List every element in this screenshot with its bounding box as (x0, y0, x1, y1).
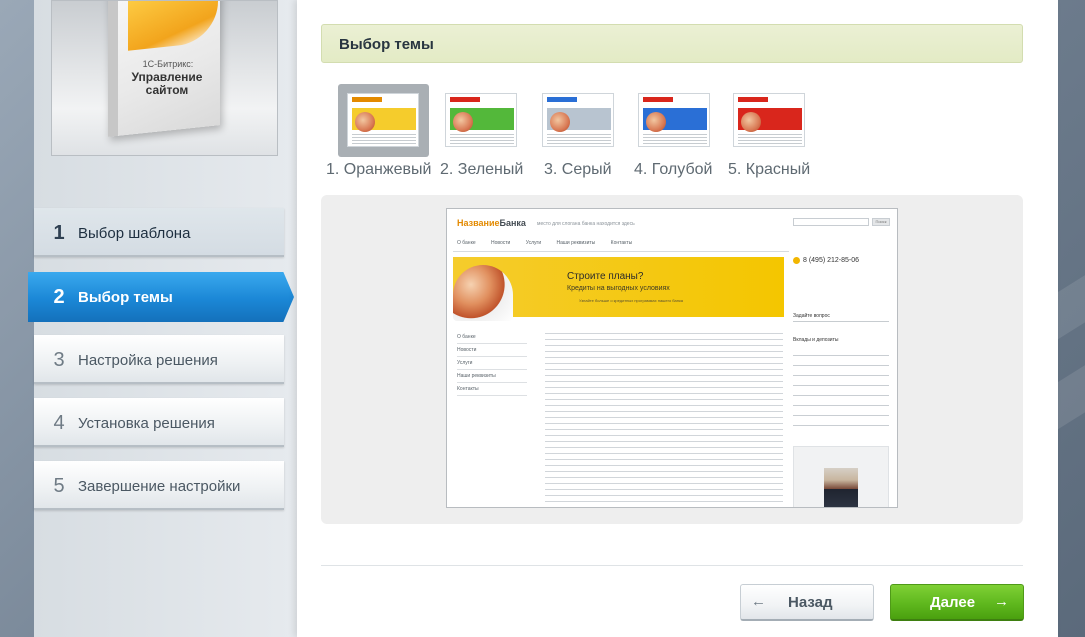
product-box-image: 1С-Битрикс: Управление сайтом (51, 0, 278, 156)
step-3-settings: 3 Настройка решения (34, 335, 284, 384)
theme-option-green[interactable]: 2. Зеленый (440, 84, 540, 184)
step-number: 4 (53, 412, 65, 434)
preview-search-button: Поиск (872, 218, 890, 226)
preview-banner-photo (453, 265, 513, 321)
preview-divider (793, 321, 889, 322)
theme-label[interactable]: 1. Оранжевый (326, 161, 431, 179)
preview-nav-item: Контакты (610, 240, 633, 246)
preview-menu-item: Контакты (457, 383, 527, 396)
product-brand: 1С-Битрикс: (142, 59, 194, 69)
theme-option-red[interactable]: 5. Красный (728, 84, 828, 184)
thumb-text (643, 134, 707, 144)
step-5-finish: 5 Завершение настройки (34, 461, 284, 510)
arrow-right-icon: → (994, 593, 1009, 610)
preview-search-field (793, 218, 869, 226)
footer-divider (321, 565, 1023, 566)
page-title: Выбор темы (339, 36, 434, 53)
preview-banner-title: Строите планы? (567, 271, 644, 282)
preview-links (793, 349, 889, 434)
preview-phone: 8 (495) 212-85-06 (803, 257, 860, 264)
step-label: Настройка решения (78, 352, 218, 369)
step-label: Выбор темы (78, 289, 173, 306)
preview-manager-photo (824, 468, 858, 507)
theme-thumbnail[interactable] (733, 93, 805, 147)
theme-label[interactable]: 4. Голубой (634, 161, 712, 179)
preview-nav: О банке Новости Услуги Наши реквизиты Ко… (457, 240, 877, 250)
theme-label[interactable]: 3. Серый (544, 161, 612, 179)
step-2-theme[interactable]: 2 Выбор темы (28, 272, 294, 322)
next-button-label: Далее (930, 594, 976, 611)
preview-divider (453, 251, 789, 252)
preview-menu-item: Услуги (457, 357, 527, 370)
theme-thumbnail[interactable] (347, 93, 419, 147)
thumb-text (450, 134, 514, 144)
preview-deposits: Вклады и депозиты (793, 337, 839, 343)
thumb-photo (355, 112, 375, 132)
preview-logo-part: Название (457, 218, 500, 228)
theme-option-blue[interactable]: 4. Голубой (634, 84, 734, 184)
back-button[interactable]: ← Назад (740, 584, 874, 621)
preview-menu-item: О банке (457, 331, 527, 344)
preview-banner-note: Узнайте больше о кредитных программах на… (579, 298, 684, 303)
preview-banner-subtitle: Кредиты на выгодных условиях (567, 285, 670, 292)
preview-left-menu: О банке Новости Услуги Наши реквизиты Ко… (457, 331, 527, 396)
product-box-graphic (128, 1, 218, 51)
next-button[interactable]: Далее → (890, 584, 1024, 621)
preview-right-column: 8 (495) 212-85-06 Задайте вопрос Вклады … (793, 257, 893, 507)
step-number: 2 (53, 286, 65, 308)
step-label: Установка решения (78, 415, 215, 432)
thumb-logo (352, 97, 382, 102)
preview-tagline: место для слогана банка находится здесь (537, 221, 635, 227)
theme-option-gray[interactable]: 3. Серый (542, 84, 644, 184)
section-header: Выбор темы (321, 24, 1023, 63)
step-1-template[interactable]: 1 Выбор шаблона (34, 208, 284, 257)
thumb-photo (453, 112, 473, 132)
thumb-text (547, 134, 611, 144)
preview-menu-item: Наши реквизиты (457, 370, 527, 383)
arrow-left-icon: ← (751, 593, 766, 610)
theme-thumbnail[interactable] (638, 93, 710, 147)
thumb-photo (646, 112, 666, 132)
preview-news-text (545, 329, 783, 507)
preview-nav-item: Новости (490, 240, 511, 246)
preview-manager-card (793, 446, 889, 507)
theme-label[interactable]: 2. Зеленый (440, 161, 523, 179)
preview-nav-item: О банке (457, 240, 476, 246)
theme-thumbnail[interactable] (542, 93, 614, 147)
thumb-photo (550, 112, 570, 132)
step-label: Выбор шаблона (78, 225, 191, 242)
preview-nav-item: Услуги (525, 240, 542, 246)
thumb-text (352, 134, 416, 144)
phone-icon (793, 257, 800, 264)
preview-menu-item: Новости (457, 344, 527, 357)
theme-preview-frame: НазваниеБанка место для слогана банка на… (321, 195, 1023, 524)
back-button-label: Назад (788, 594, 833, 611)
theme-preview: НазваниеБанка место для слогана банка на… (446, 208, 898, 508)
preview-question: Задайте вопрос (793, 313, 830, 319)
theme-option-orange[interactable]: 1. Оранжевый (326, 84, 431, 184)
thumb-logo (547, 97, 577, 102)
main-panel: Выбор темы 1. Оранжевый 2. Зеленый 3. Се… (297, 0, 1058, 637)
step-label: Завершение настройки (78, 478, 241, 495)
preview-nav-item: Наши реквизиты (556, 240, 596, 246)
thumb-photo (741, 112, 761, 132)
product-title: Управление сайтом (131, 70, 203, 97)
step-4-install: 4 Установка решения (34, 398, 284, 447)
thumb-text (738, 134, 802, 144)
thumb-logo (643, 97, 673, 102)
thumb-logo (738, 97, 768, 102)
step-number: 5 (53, 475, 65, 497)
theme-label[interactable]: 5. Красный (728, 161, 810, 179)
theme-thumbnail[interactable] (445, 93, 517, 147)
preview-logo: НазваниеБанка (457, 218, 526, 228)
preview-logo-part: Банка (499, 218, 526, 228)
step-number: 3 (53, 349, 65, 371)
thumb-logo (450, 97, 480, 102)
step-number: 1 (53, 222, 65, 244)
